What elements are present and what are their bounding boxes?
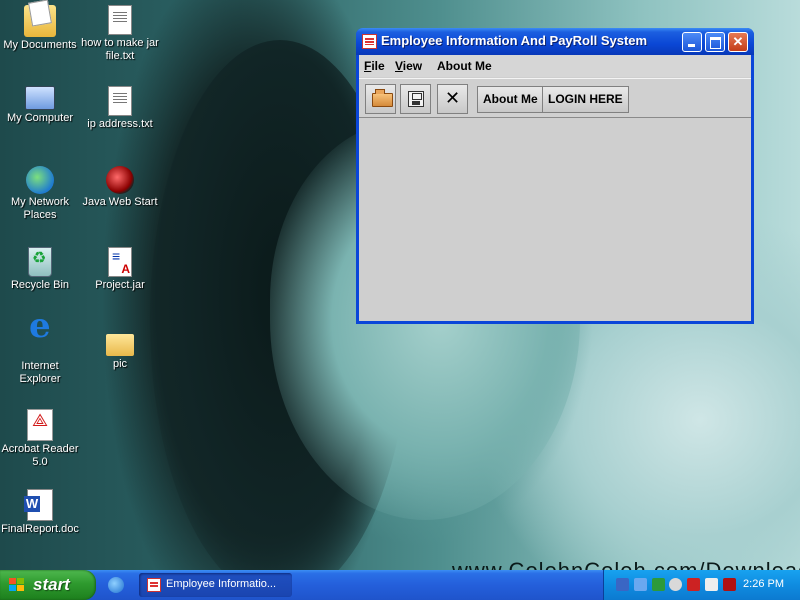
desktop-icon-my-network-places[interactable]: My Network Places xyxy=(0,166,80,222)
taskbar-window-label: Employee Informatio... xyxy=(166,578,277,590)
menu-file-label: ile xyxy=(371,59,385,73)
desktop-icon-recycle-bin[interactable]: Recycle Bin xyxy=(0,247,80,292)
desktop-icon-jar-howto[interactable]: how to make jar file.txt xyxy=(80,5,160,63)
tray-network-icon[interactable] xyxy=(616,578,629,591)
open-folder-icon xyxy=(372,89,393,107)
desktop-icon-pic-folder[interactable]: pic xyxy=(80,328,160,371)
java-app-icon[interactable] xyxy=(362,34,377,49)
close-button[interactable]: ✕ xyxy=(728,32,748,52)
taskbar-window-button[interactable]: Employee Informatio... xyxy=(139,573,292,597)
acrobat-reader-icon xyxy=(27,409,53,441)
menu-view[interactable]: View xyxy=(395,59,422,73)
jar-file-icon xyxy=(108,247,132,277)
open-button[interactable] xyxy=(365,84,396,114)
desktop-icon-acrobat-reader[interactable]: Acrobat Reader 5.0 xyxy=(0,409,80,469)
desktop-icon-internet-explorer[interactable]: Internet Explorer xyxy=(0,320,80,386)
desktop-icon-label: ip address.txt xyxy=(87,118,153,130)
internet-explorer-icon xyxy=(25,320,55,358)
menu-bar: File View About Me xyxy=(359,55,751,77)
menu-about-me[interactable]: About Me xyxy=(437,59,492,73)
desktop-icon-label: Project.jar xyxy=(95,279,145,291)
text-file-icon xyxy=(108,5,132,35)
desktop-icon-label: FinalReport.doc xyxy=(1,523,79,535)
window-client-area: File View About Me ✕ About Me LOGIN HERE xyxy=(359,55,751,321)
desktop-icon-label: Internet Explorer xyxy=(19,360,61,385)
app-window: Employee Information And PayRoll System … xyxy=(356,28,754,324)
java-web-start-icon xyxy=(106,166,134,194)
word-document-icon xyxy=(24,489,53,521)
desktop-icon-project-jar[interactable]: Project.jar xyxy=(80,247,160,292)
start-label: start xyxy=(33,575,70,594)
windows-flag-icon xyxy=(9,578,25,592)
folder-icon xyxy=(106,334,134,356)
my-documents-icon xyxy=(24,5,56,37)
start-button[interactable]: start xyxy=(0,570,96,600)
desktop-icon-label: pic xyxy=(112,358,128,370)
close-x-icon: ✕ xyxy=(444,88,461,108)
clock[interactable]: 2:26 PM xyxy=(743,578,784,590)
desktop-icon-my-documents[interactable]: My Documents xyxy=(0,5,80,52)
tray-connection-icon[interactable] xyxy=(634,578,647,591)
quick-launch-ie-icon[interactable] xyxy=(108,577,124,593)
menu-view-mnemonic: V xyxy=(395,59,403,73)
menu-file[interactable]: File xyxy=(364,59,385,73)
desktop-icon-label: My Documents xyxy=(3,39,77,51)
desktop-icon-ip-address[interactable]: ip address.txt xyxy=(80,86,160,131)
exit-button[interactable]: ✕ xyxy=(437,84,468,114)
text-file-icon xyxy=(108,86,132,116)
window-titlebar[interactable]: Employee Information And PayRoll System … xyxy=(356,28,754,55)
save-button[interactable] xyxy=(400,84,431,114)
taskbar: start Employee Informatio... 2:26 PM xyxy=(0,570,800,600)
desktop-icon-my-computer[interactable]: My Computer xyxy=(0,86,80,125)
java-app-icon xyxy=(147,578,161,592)
desktop-icon-java-web-start[interactable]: Java Web Start xyxy=(80,166,160,209)
floppy-disk-icon xyxy=(408,91,424,107)
about-me-button[interactable]: About Me xyxy=(477,86,544,113)
tray-disk-icon[interactable] xyxy=(669,578,682,591)
system-tray: 2:26 PM xyxy=(603,570,800,600)
tray-update-icon[interactable] xyxy=(705,578,718,591)
menu-view-label: iew xyxy=(402,59,423,73)
desktop-icon-label: Acrobat Reader 5.0 xyxy=(1,443,79,468)
my-computer-icon xyxy=(25,86,55,110)
desktop-icon-label: Java Web Start xyxy=(82,196,158,208)
desktop-icon-label: how to make jar file.txt xyxy=(81,37,159,62)
desktop-icon-label: My Network Places xyxy=(10,196,70,221)
login-button[interactable]: LOGIN HERE xyxy=(542,86,629,113)
minimize-button[interactable] xyxy=(682,32,702,52)
recycle-bin-icon xyxy=(28,247,52,277)
desktop-icon-label: My Computer xyxy=(6,112,74,124)
tray-green-icon[interactable] xyxy=(652,578,665,591)
desktop-icon-label: Recycle Bin xyxy=(10,279,70,291)
desktop-icon-final-report[interactable]: FinalReport.doc xyxy=(0,489,80,536)
toolbar: ✕ About Me LOGIN HERE xyxy=(359,78,751,118)
maximize-button[interactable] xyxy=(705,32,725,52)
tray-antivirus-icon[interactable] xyxy=(687,578,700,591)
wallpaper-watermark: www.ColehnColeh.com/Download xyxy=(452,558,800,570)
tray-lock-icon[interactable] xyxy=(723,578,736,591)
network-places-icon xyxy=(26,166,54,194)
window-title: Employee Information And PayRoll System xyxy=(381,33,648,48)
